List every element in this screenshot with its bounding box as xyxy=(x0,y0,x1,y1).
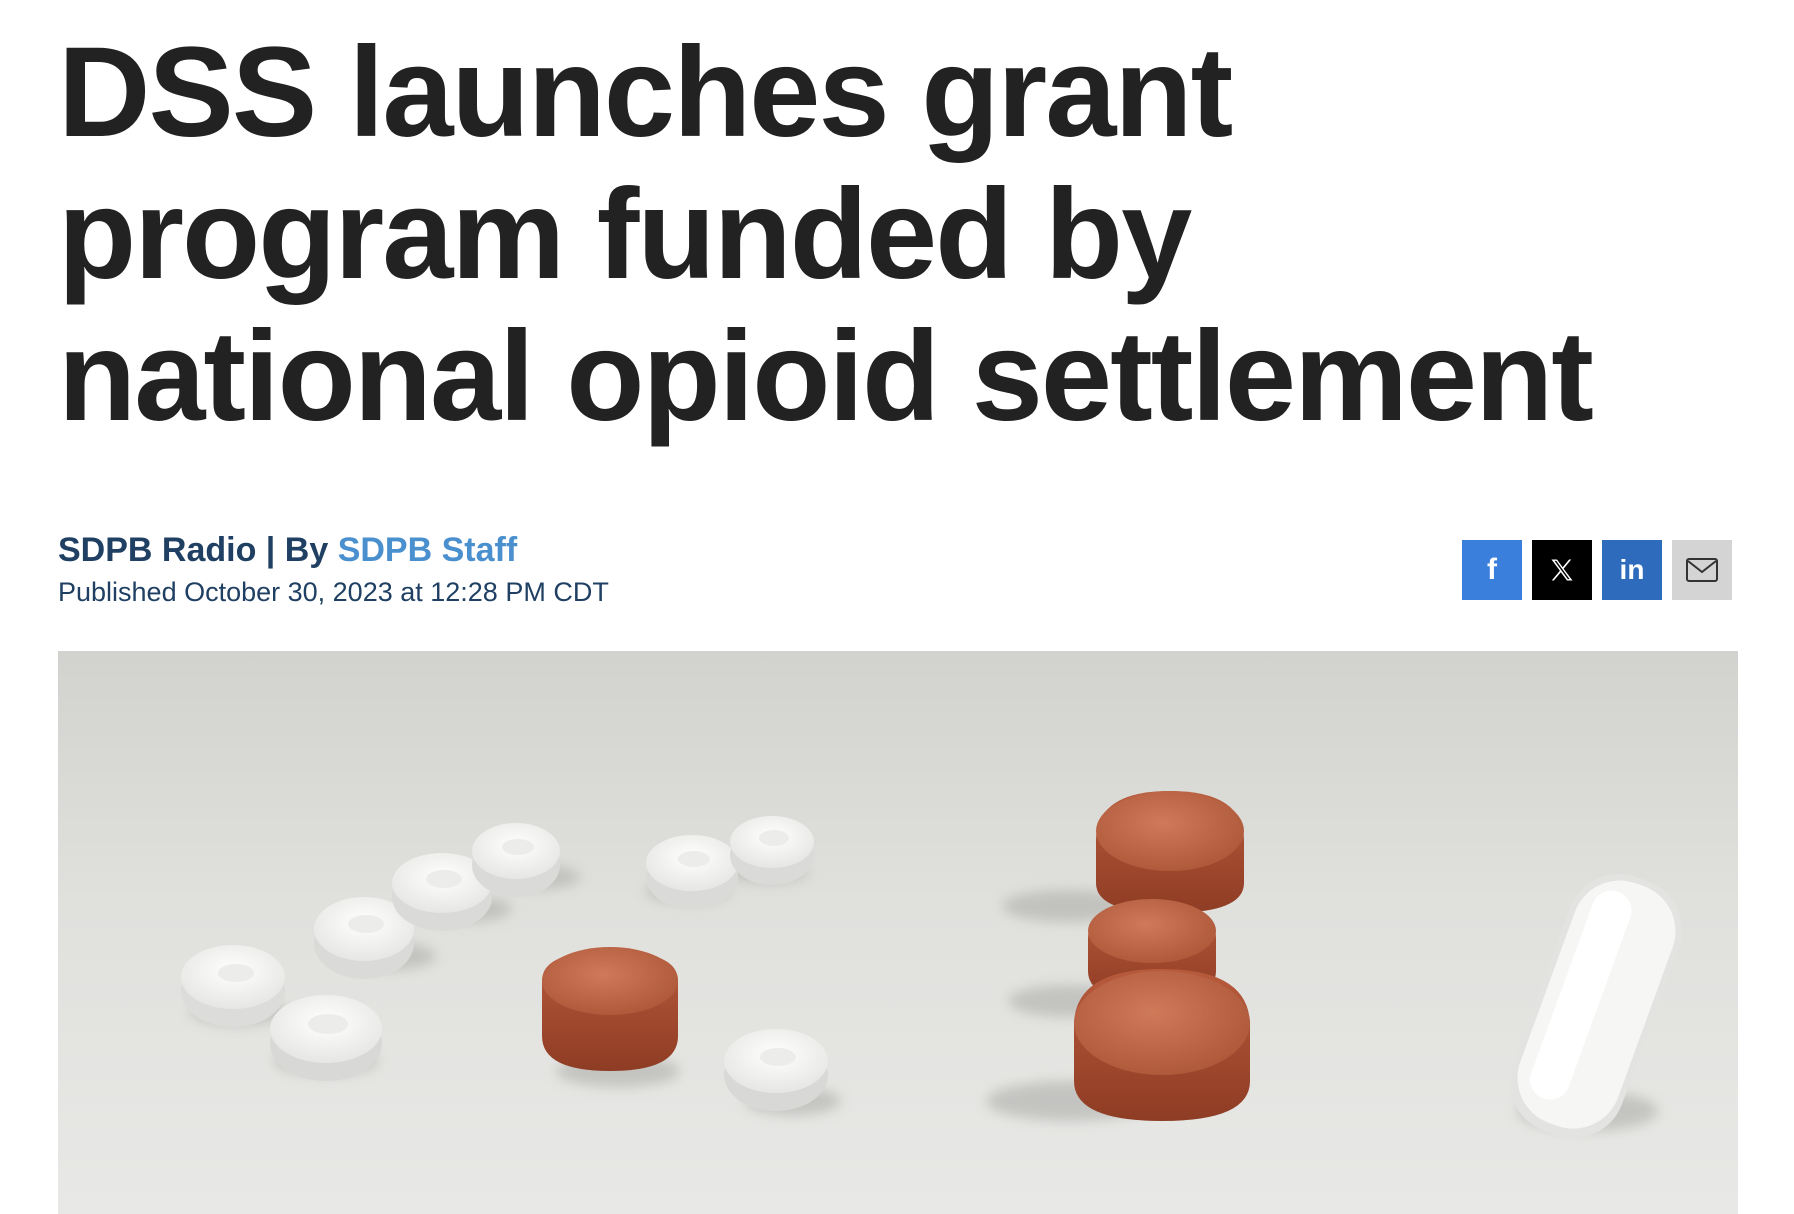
x-icon xyxy=(1551,559,1573,581)
facebook-share-button[interactable]: f xyxy=(1462,540,1522,600)
byline-separator: | By xyxy=(256,531,338,569)
pills-photo xyxy=(58,651,1738,1214)
article-page: DSS launches grant program funded by nat… xyxy=(0,0,1794,1214)
mail-icon xyxy=(1686,558,1718,582)
x-share-button[interactable] xyxy=(1532,540,1592,600)
share-buttons: f in xyxy=(1462,540,1732,600)
email-share-button[interactable] xyxy=(1672,540,1732,600)
published-date: Published October 30, 2023 at 12:28 PM C… xyxy=(58,577,609,607)
author-link[interactable]: SDPB Staff xyxy=(338,531,517,569)
facebook-icon: f xyxy=(1487,553,1497,586)
byline: SDPB Radio | By SDPB Staff xyxy=(58,528,517,572)
linkedin-share-button[interactable]: in xyxy=(1602,540,1662,600)
hero-image[interactable] xyxy=(58,651,1738,1214)
byline-source[interactable]: SDPB Radio xyxy=(58,531,256,569)
linkedin-icon: in xyxy=(1619,554,1645,585)
article-headline: DSS launches grant program funded by nat… xyxy=(58,21,1594,448)
